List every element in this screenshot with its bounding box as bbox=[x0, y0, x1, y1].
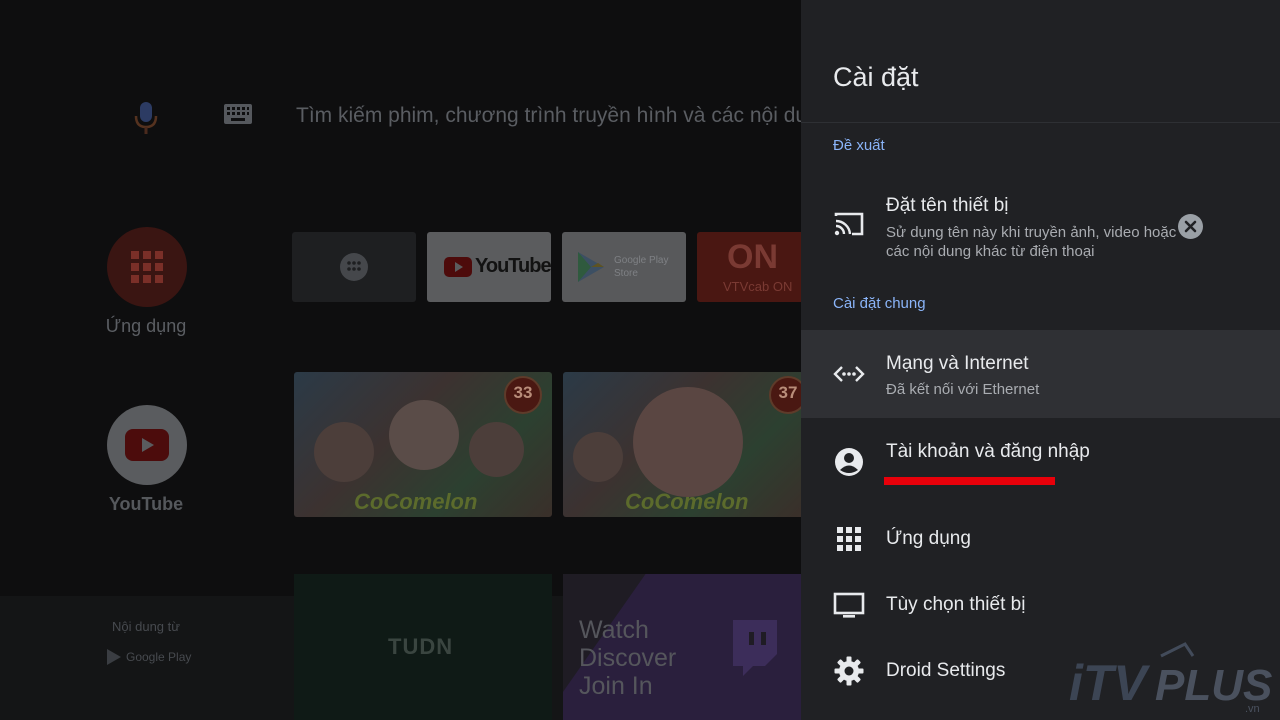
settings-item-apps[interactable]: Ứng dụng bbox=[801, 506, 1280, 572]
play-store-line2: Store bbox=[614, 268, 638, 279]
content-from-label: Nội dung từ bbox=[112, 619, 180, 634]
google-play-label: Google Play bbox=[126, 650, 192, 664]
video-thumbnail[interactable]: 33 CoComelon bbox=[294, 372, 552, 517]
tudn-tile[interactable]: TUDN bbox=[294, 574, 552, 720]
all-apps-tile[interactable] bbox=[292, 232, 416, 302]
settings-panel: Cài đặt Đề xuất Đặt tên thiết bị Sử dụng… bbox=[801, 0, 1280, 720]
settings-item-accounts[interactable]: Tài khoản và đăng nhập bbox=[801, 418, 1280, 506]
twitch-icon bbox=[733, 620, 777, 676]
title-divider bbox=[801, 122, 1280, 123]
play-store-line1: Google Play bbox=[614, 255, 669, 266]
account-icon bbox=[835, 448, 863, 476]
home-screen-background: Tìm kiếm phim, chương trình truyền hình … bbox=[0, 0, 801, 720]
apps-grid-icon bbox=[131, 251, 163, 283]
svg-text:.vn: .vn bbox=[1245, 703, 1260, 714]
apps-label: Ứng dụng bbox=[105, 316, 187, 336]
svg-text:iTV: iTV bbox=[1069, 655, 1150, 711]
suggestion-title: Đặt tên thiết bị bbox=[886, 195, 1009, 216]
section-suggested: Đề xuất bbox=[833, 137, 885, 154]
youtube-tile[interactable]: YouTube bbox=[427, 232, 551, 302]
suggestion-subtitle-line1: Sử dụng tên này khi truyền ảnh, video ho… bbox=[886, 224, 1177, 241]
youtube-button[interactable] bbox=[107, 405, 187, 485]
page-title: Cài đặt bbox=[833, 62, 919, 92]
duration-badge: 33 bbox=[504, 376, 542, 414]
search-placeholder: Tìm kiếm phim, chương trình truyền hình … bbox=[296, 104, 801, 127]
video-thumbnail[interactable]: 37 CoComelon bbox=[563, 372, 801, 517]
youtube-icon bbox=[125, 429, 169, 461]
apps-button[interactable] bbox=[107, 227, 187, 307]
close-icon bbox=[1184, 220, 1197, 233]
itvplus-watermark-logo: iTV PLUS .vn bbox=[1069, 642, 1272, 714]
settings-item-label: Tài khoản và đăng nhập bbox=[886, 441, 1090, 462]
settings-item-label: Droid Settings bbox=[886, 660, 1006, 681]
redaction-bar bbox=[884, 477, 1055, 485]
settings-item-label: Tùy chọn thiết bị bbox=[886, 594, 1026, 615]
play-store-icon bbox=[578, 252, 604, 282]
gear-icon bbox=[834, 656, 864, 686]
microphone-icon[interactable] bbox=[133, 100, 159, 136]
keyboard-icon[interactable] bbox=[224, 104, 252, 126]
duration-badge: 37 bbox=[769, 376, 801, 414]
section-general: Cài đặt chung bbox=[833, 295, 926, 312]
dismiss-suggestion-button[interactable] bbox=[1178, 214, 1203, 239]
youtube-logo-icon bbox=[444, 257, 472, 277]
cast-icon bbox=[834, 212, 864, 236]
cocomelon-logo: CoComelon bbox=[625, 489, 749, 514]
google-play-icon bbox=[107, 649, 121, 665]
settings-item-subtitle: Đã kết nối với Ethernet bbox=[886, 381, 1040, 398]
network-icon bbox=[833, 366, 865, 382]
play-store-tile[interactable]: Google Play Store bbox=[562, 232, 686, 302]
vtvcab-label: VTVcab ON bbox=[723, 279, 793, 294]
youtube-label: YouTube bbox=[108, 494, 184, 514]
tv-icon bbox=[833, 592, 865, 618]
more-apps-icon bbox=[340, 253, 368, 281]
settings-item-network[interactable]: Mạng và Internet Đã kết nối với Ethernet bbox=[801, 330, 1280, 418]
suggestion-subtitle-line2: các nội dung khác từ điện thoại bbox=[886, 243, 1095, 260]
settings-item-label: Ứng dụng bbox=[886, 528, 971, 549]
twitch-tile[interactable]: Watch Discover Join In bbox=[563, 574, 801, 720]
vtvcab-big-logo: ON bbox=[727, 238, 778, 276]
suggestion-device-name[interactable]: Đặt tên thiết bị Sử dụng tên này khi tru… bbox=[801, 180, 1280, 280]
search-bar[interactable]: Tìm kiếm phim, chương trình truyền hình … bbox=[0, 90, 801, 140]
tudn-logo: TUDN bbox=[388, 634, 454, 659]
settings-item-device-preferences[interactable]: Tùy chọn thiết bị bbox=[801, 572, 1280, 638]
apps-grid-icon bbox=[837, 527, 861, 551]
vtvcab-on-tile[interactable]: ON VTVcab ON bbox=[697, 232, 801, 302]
cocomelon-logo: CoComelon bbox=[354, 489, 478, 514]
youtube-tile-label: YouTube bbox=[475, 255, 551, 277]
twitch-slogan: Watch Discover Join In bbox=[579, 616, 677, 700]
settings-item-label: Mạng và Internet bbox=[886, 353, 1029, 374]
